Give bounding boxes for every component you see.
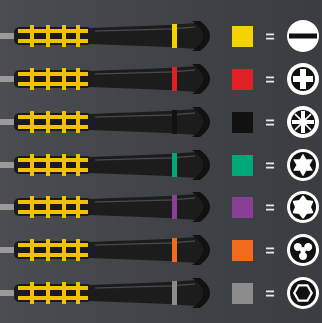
pozidriv-screwdriver-color-swatch [232, 112, 253, 133]
pozidriv-tip-icon [287, 106, 319, 138]
equals-sign: = [265, 243, 274, 260]
torx-plus-screwdriver-color-band [172, 195, 177, 219]
torx-tip-icon [287, 149, 319, 181]
tri-wing-screwdriver-color-swatch [232, 240, 253, 261]
legend-row-torx-screwdriver: = [0, 144, 322, 186]
tri-wing-screwdriver-color-band [172, 238, 177, 262]
pozidriv-screwdriver-color-band [172, 110, 177, 134]
legend-row-pozidriv-screwdriver: = [0, 101, 322, 143]
legend-row-phillips-screwdriver: = [0, 58, 322, 100]
pozidriv-screwdriver-row-graphic: = [0, 106, 319, 138]
hex-screwdriver-color-swatch [232, 283, 253, 304]
phillips-screwdriver-row-graphic: = [0, 63, 319, 95]
legend-row-torx-plus-screwdriver: = [0, 186, 322, 228]
equals-sign: = [265, 200, 274, 217]
torx-plus-screwdriver-row-graphic: = [0, 191, 319, 223]
torx-plus-screwdriver-color-swatch [232, 197, 253, 218]
phillips-tip-icon [287, 63, 319, 95]
slotted-screwdriver-image [0, 21, 210, 51]
torx-screwdriver-row-graphic: = [0, 149, 319, 181]
hex-screwdriver-image [0, 278, 210, 308]
hex-tip-icon [287, 277, 319, 309]
slotted-screwdriver-row-graphic: = [0, 20, 319, 52]
torx-screwdriver-image [0, 150, 210, 180]
equals-sign: = [265, 158, 274, 175]
phillips-screwdriver-image [0, 64, 210, 94]
screwdriver-color-legend: = = = = = = = [0, 0, 322, 323]
tri-wing-tip-icon [287, 234, 319, 266]
torx-plus-screwdriver-image [0, 192, 210, 222]
tri-wing-screwdriver-image [0, 235, 210, 265]
legend-row-hex-screwdriver: = [0, 272, 322, 314]
equals-sign: = [265, 286, 274, 303]
tri-wing-screwdriver-row-graphic: = [0, 234, 319, 266]
slotted-screwdriver-color-swatch [232, 26, 253, 47]
equals-sign: = [265, 29, 274, 46]
slotted-tip-icon [287, 20, 319, 52]
pozidriv-screwdriver-image [0, 107, 210, 137]
equals-sign: = [265, 72, 274, 89]
hex-screwdriver-color-band [172, 281, 177, 305]
torx-screwdriver-color-swatch [232, 155, 253, 176]
torx-screwdriver-color-band [172, 153, 177, 177]
equals-sign: = [265, 115, 274, 132]
phillips-screwdriver-color-band [172, 67, 177, 91]
phillips-screwdriver-color-swatch [232, 69, 253, 90]
legend-row-tri-wing-screwdriver: = [0, 229, 322, 271]
torx-plus-tip-icon [287, 191, 319, 223]
legend-row-slotted-screwdriver: = [0, 15, 322, 57]
slotted-screwdriver-color-band [172, 24, 177, 48]
hex-screwdriver-row-graphic: = [0, 277, 319, 309]
